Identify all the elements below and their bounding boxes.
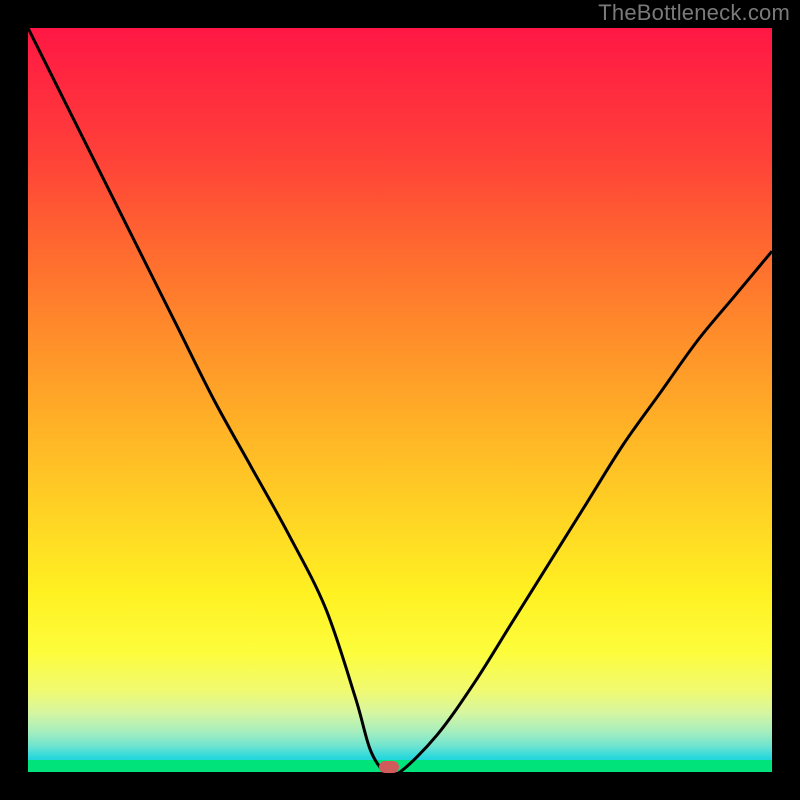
bottleneck-curve — [28, 28, 772, 772]
chart-frame: TheBottleneck.com — [0, 0, 800, 800]
plot-area — [28, 28, 772, 772]
watermark-text: TheBottleneck.com — [598, 0, 790, 26]
optimum-marker — [379, 761, 399, 773]
